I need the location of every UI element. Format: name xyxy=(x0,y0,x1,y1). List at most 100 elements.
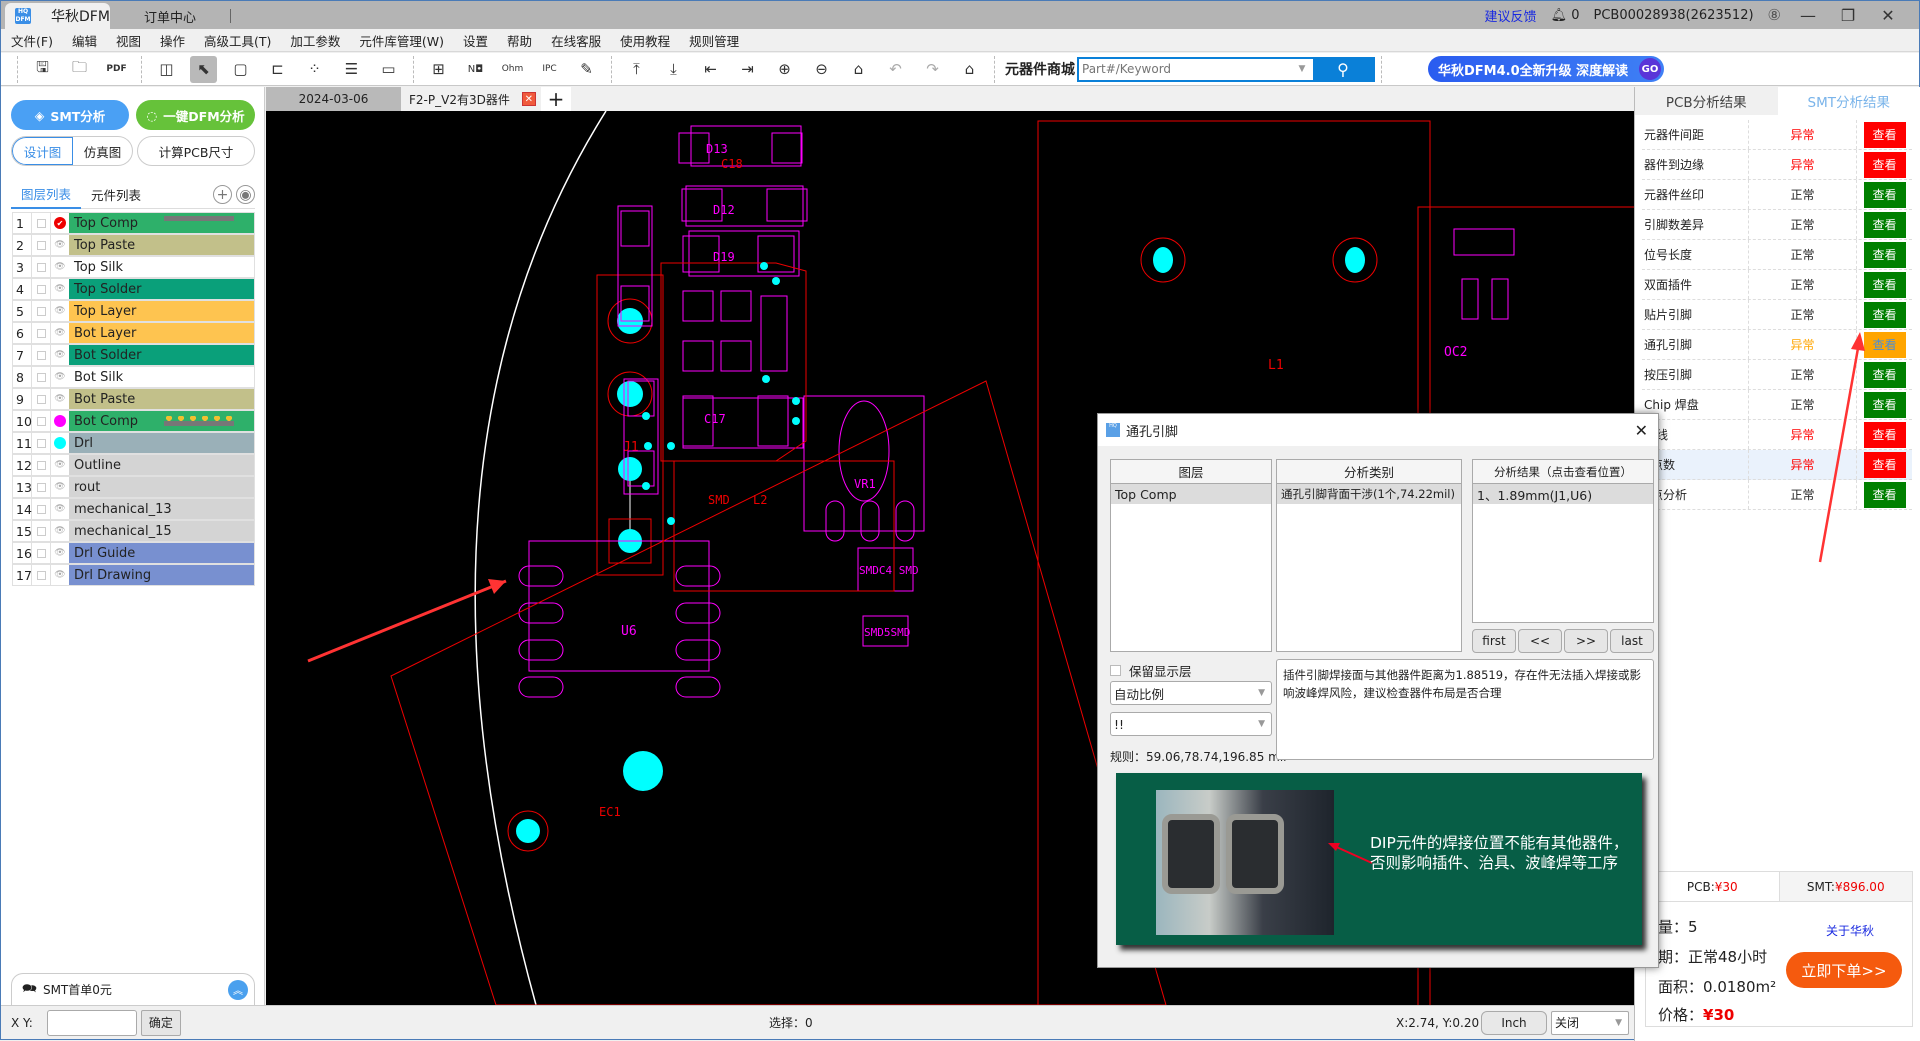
ohm-icon[interactable]: Ohm xyxy=(499,56,526,83)
close-button[interactable]: ✕ xyxy=(1875,6,1901,25)
layer-checkbox[interactable] xyxy=(32,477,51,497)
menu-file[interactable]: 文件(F) xyxy=(11,31,53,50)
order-now-button[interactable]: 立即下单>> xyxy=(1786,952,1902,988)
about-link[interactable]: 关于华秋 xyxy=(1826,922,1874,939)
menu-view[interactable]: 视图 xyxy=(116,31,141,50)
layer-stack-icon[interactable]: ◉ xyxy=(236,185,255,204)
search-dropdown-icon[interactable]: ▼ xyxy=(1291,59,1313,80)
new-tab-button[interactable]: + xyxy=(541,87,571,111)
layer-visibility[interactable]: 👁︎ xyxy=(51,345,69,365)
eye-hidden-icon[interactable]: 👁︎ xyxy=(54,284,65,294)
layer-name[interactable]: Outline xyxy=(69,455,254,475)
result-item[interactable]: 1、1.89mm(J1,U6) xyxy=(1473,484,1653,504)
layer-row[interactable]: 8 👁︎ Bot Silk xyxy=(12,366,255,388)
layer-visibility[interactable]: 👁︎ xyxy=(51,389,69,409)
layer-name[interactable]: Top Solder xyxy=(69,279,254,299)
zoom-out-icon[interactable]: ⊖ xyxy=(808,56,835,83)
view-button[interactable]: 查看 xyxy=(1864,242,1906,268)
menu-component-library[interactable]: 元件库管理(W) xyxy=(359,31,444,50)
eye-hidden-icon[interactable]: 👁︎ xyxy=(54,482,65,492)
select-pointer-icon[interactable]: ⬉ xyxy=(190,56,217,83)
zoom-in-icon[interactable]: ⊕ xyxy=(771,56,798,83)
eye-hidden-icon[interactable]: 👁︎ xyxy=(54,350,65,360)
view-button[interactable]: 查看 xyxy=(1864,302,1906,328)
check-icon[interactable]: ✔ xyxy=(54,217,66,229)
layer-visibility[interactable]: 👁︎ xyxy=(51,323,69,343)
first-button[interactable]: first xyxy=(1472,629,1516,653)
layer-name[interactable]: Top Paste xyxy=(69,235,254,255)
layer-name[interactable]: rout xyxy=(69,477,254,497)
box-select-icon[interactable]: ▢ xyxy=(227,56,254,83)
move-right-icon[interactable]: ⇥ xyxy=(734,56,761,83)
price-tab-smt[interactable]: SMT:¥896.00 xyxy=(1779,872,1913,901)
view-button[interactable]: 查看 xyxy=(1864,272,1906,298)
layer-row[interactable]: 13 👁︎ rout xyxy=(12,476,255,498)
layer-row[interactable]: 9 👁︎ Bot Paste xyxy=(12,388,255,410)
calc-pcb-size-button[interactable]: 计算PCB尺寸 xyxy=(137,136,255,166)
promo-banner[interactable]: 华秋DFM4.0全新升级 深度解读 GO xyxy=(1428,56,1664,82)
menu-edit[interactable]: 编辑 xyxy=(72,31,97,50)
layer-name[interactable]: Bot Silk xyxy=(69,367,254,387)
layer-row[interactable]: 7 👁︎ Bot Solder xyxy=(12,344,255,366)
layer-name[interactable]: Top Silk xyxy=(69,257,254,277)
layer-visibility[interactable]: 👁︎ xyxy=(51,301,69,321)
layer-checkbox[interactable] xyxy=(32,213,51,233)
layer-visibility[interactable]: 👁︎ xyxy=(51,455,69,475)
home-icon[interactable]: ⌂ xyxy=(845,56,872,83)
layer-row[interactable]: 6 👁︎ Bot Layer xyxy=(12,322,255,344)
view-button[interactable]: 查看 xyxy=(1864,212,1906,238)
smt-analysis-button[interactable]: ◈SMT分析 xyxy=(11,100,129,130)
layer-name[interactable]: Bot Solder xyxy=(69,345,254,365)
layer-row[interactable]: 16 👁︎ Drl Guide xyxy=(12,542,255,564)
menu-tutorial[interactable]: 使用教程 xyxy=(620,31,670,50)
eye-hidden-icon[interactable]: 👁︎ xyxy=(54,526,65,536)
layer-name[interactable]: Bot Comp xyxy=(69,411,254,431)
part-search-input[interactable] xyxy=(1079,59,1291,80)
scale-select[interactable]: 自动比例▼ xyxy=(1110,681,1272,705)
eye-hidden-icon[interactable]: 👁︎ xyxy=(54,328,65,338)
layer-visibility[interactable]: 👁︎ xyxy=(51,543,69,563)
eye-hidden-icon[interactable]: 👁︎ xyxy=(54,504,65,514)
layer-visibility[interactable]: ✔ xyxy=(51,213,69,233)
minimize-button[interactable]: — xyxy=(1795,6,1821,25)
layer-row[interactable]: 10 Bot Comp xyxy=(12,410,255,432)
component-icon[interactable]: N◘ xyxy=(462,56,489,83)
feedback-link[interactable]: 建议反馈 xyxy=(1485,6,1537,25)
mode-select[interactable]: 关闭▼ xyxy=(1551,1011,1629,1035)
layer-checkbox[interactable] xyxy=(32,367,51,387)
layer-name[interactable]: Drl xyxy=(69,433,254,453)
next-button[interactable]: >> xyxy=(1564,629,1608,653)
layer-name[interactable]: Bot Paste xyxy=(69,389,254,409)
layer-checkbox[interactable] xyxy=(32,301,51,321)
layer-visibility[interactable]: 👁︎ xyxy=(51,499,69,519)
eye-hidden-icon[interactable]: 👁︎ xyxy=(54,548,65,558)
menu-help[interactable]: 帮助 xyxy=(507,31,532,50)
layer-row[interactable]: 14 👁︎ mechanical_13 xyxy=(12,498,255,520)
layer-row[interactable]: 11 Drl xyxy=(12,432,255,454)
layer-visibility[interactable]: 👁︎ xyxy=(51,521,69,541)
undo-icon[interactable]: ↶ xyxy=(882,56,909,83)
price-tab-pcb[interactable]: PCB:¥30 xyxy=(1646,872,1779,901)
layer-visibility[interactable]: 👁︎ xyxy=(51,257,69,277)
restore-button[interactable]: ❐ xyxy=(1835,6,1861,25)
layer-checkbox[interactable] xyxy=(32,411,51,431)
layer-name[interactable]: mechanical_13 xyxy=(69,499,254,519)
layer-row[interactable]: 4 👁︎ Top Solder xyxy=(12,278,255,300)
layer-name[interactable]: Bot Layer xyxy=(69,323,254,343)
eye-hidden-icon[interactable]: 👁︎ xyxy=(54,306,65,316)
level-select[interactable]: !!▼ xyxy=(1110,712,1272,736)
layer-row[interactable]: 12 👁︎ Outline xyxy=(12,454,255,476)
pdf-icon[interactable]: PDF xyxy=(103,56,130,83)
redo-icon[interactable]: ↷ xyxy=(919,56,946,83)
xy-input[interactable] xyxy=(47,1010,137,1036)
layer-checkbox[interactable] xyxy=(32,345,51,365)
layer-row[interactable]: 1 ✔ Top Comp xyxy=(12,212,255,234)
tab-smt-results[interactable]: SMT分析结果 xyxy=(1778,87,1920,115)
tab-layer-list[interactable]: 图层列表 xyxy=(11,181,81,209)
app-tab-dfm[interactable]: HQ DFM 华秋DFM xyxy=(5,3,110,29)
layer-name[interactable]: Drl Guide xyxy=(69,543,254,563)
menu-settings[interactable]: 设置 xyxy=(463,31,488,50)
layer-visibility[interactable]: 👁︎ xyxy=(51,565,69,585)
layer-row[interactable]: 2 👁︎ Top Paste xyxy=(12,234,255,256)
eye-hidden-icon[interactable]: 👁︎ xyxy=(54,394,65,404)
